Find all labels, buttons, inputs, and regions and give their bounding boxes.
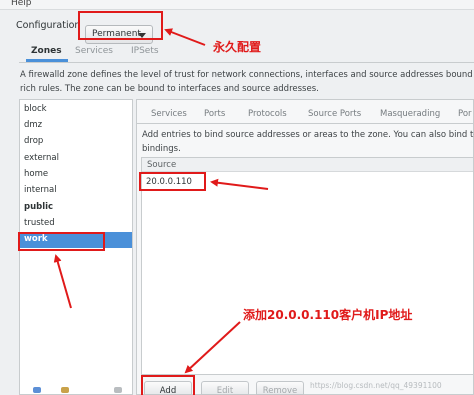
annotation-arrows	[53, 28, 269, 374]
arrow-to-work-zone	[53, 254, 72, 309]
arrow-to-permanent	[164, 28, 206, 46]
annotation-add-ip: 添加20.0.0.110客户机IP地址	[243, 308, 413, 322]
arrow-to-source-ip	[210, 178, 269, 190]
arrow-to-add-button	[184, 321, 241, 374]
firewall-config-window: Help Configuration Permanent Zones Servi…	[0, 0, 474, 395]
annotation-permanent: 永久配置	[213, 40, 262, 54]
